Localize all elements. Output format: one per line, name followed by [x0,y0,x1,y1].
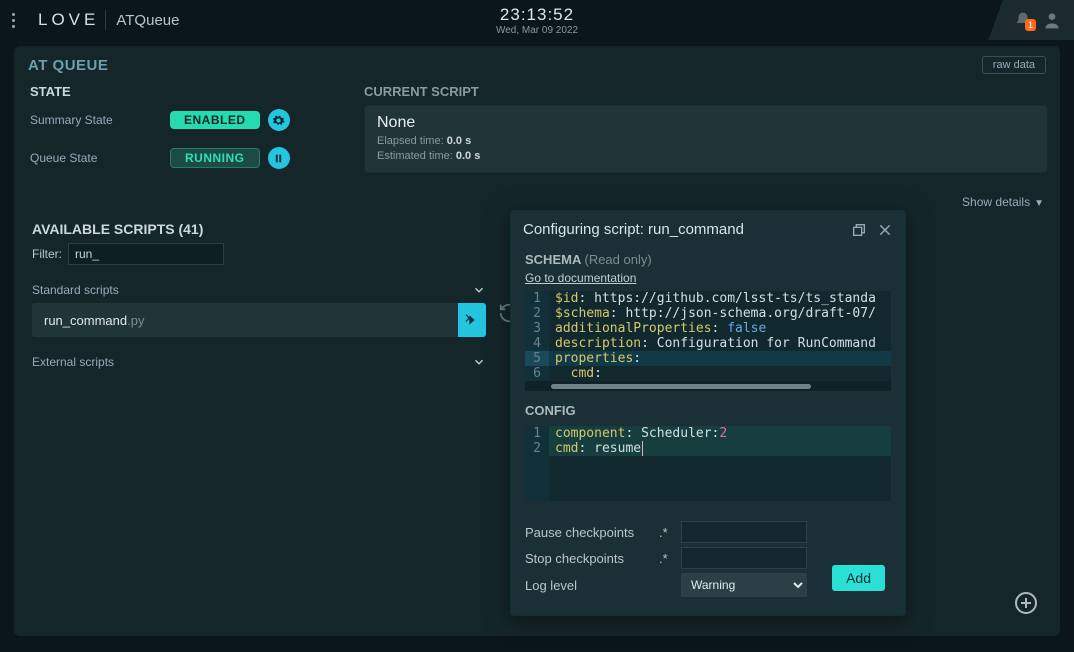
script-item-run-command[interactable]: run_command.py [32,303,486,337]
raw-data-button[interactable]: raw data [982,56,1046,74]
show-details-toggle[interactable]: Show details▼ [14,185,1060,213]
launch-script-icon[interactable] [458,303,486,337]
clock: 23:13:52 Wed, Mar 09 2022 [496,5,578,36]
current-script-box: None Elapsed time: 0.0 s Estimated time:… [364,105,1048,173]
chevron-down-icon: ▼ [1034,198,1044,209]
stop-checkpoints-label: Stop checkpoints [525,551,651,566]
stop-checkpoints-input[interactable] [681,547,807,569]
app-logo: LOVE [38,10,95,30]
app-subtitle: ATQueue [116,12,179,29]
standard-scripts-group[interactable]: Standard scripts [32,279,486,303]
horizontal-scrollbar[interactable] [525,381,891,391]
clock-date: Wed, Mar 09 2022 [496,25,578,36]
add-circle-icon[interactable] [1014,591,1038,615]
schema-heading: SCHEMA (Read only) [525,252,891,267]
config-code[interactable]: 1component: Scheduler:2 2cmd: resume [525,426,891,501]
modal-title: Configuring script: run_command [523,221,744,238]
config-heading: CONFIG [525,403,891,418]
summary-state-row: Summary State ENABLED [30,109,352,131]
divider [105,10,106,30]
chevron-down-icon [472,355,486,369]
notif-badge: 1 [1025,19,1036,31]
bell-icon[interactable]: 1 [1014,11,1032,29]
log-level-select[interactable]: Warning [681,573,807,597]
log-level-label: Log level [525,578,651,593]
doc-link[interactable]: Go to documentation [525,271,636,285]
filter-label: Filter: [32,247,62,261]
panel-title: AT QUEUE [28,57,108,74]
clock-time: 23:13:52 [496,5,578,25]
topbar: LOVE ATQueue 23:13:52 Wed, Mar 09 2022 1 [0,0,1074,40]
menu-icon[interactable] [12,13,26,28]
config-modal: Configuring script: run_command SCHEMA (… [510,210,906,616]
summary-state-pill: ENABLED [170,111,260,129]
state-heading: STATE [30,84,352,99]
user-icon[interactable] [1042,10,1062,30]
queue-state-label: Queue State [30,151,170,165]
queue-state-row: Queue State RUNNING [30,147,352,169]
pause-checkpoints-input[interactable] [681,521,807,543]
current-script-heading: CURRENT SCRIPT [364,84,1048,99]
queue-state-pill: RUNNING [170,148,260,168]
chevron-down-icon [472,283,486,297]
current-script-name: None [377,114,1035,132]
queue-panel: AT QUEUE raw data STATE Summary State EN… [14,46,1060,636]
gear-icon[interactable] [268,109,290,131]
summary-state-label: Summary State [30,113,170,127]
schema-code: 1$id: https://github.com/lsst-ts/ts_stan… [525,291,891,391]
filter-input[interactable] [68,243,224,265]
add-button[interactable]: Add [832,565,885,591]
pause-checkpoints-label: Pause checkpoints [525,525,651,540]
pause-icon[interactable] [268,147,290,169]
close-icon[interactable] [877,222,893,238]
undock-icon[interactable] [851,222,867,238]
external-scripts-group[interactable]: External scripts [32,351,486,375]
